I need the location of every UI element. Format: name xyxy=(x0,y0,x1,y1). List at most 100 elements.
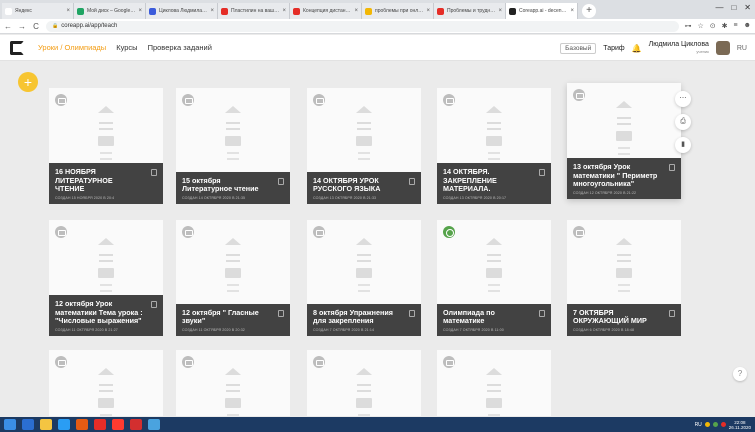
lesson-card[interactable]: 7 ОКТЯБРЯ ОКРУЖАЮЩИЙ МИР СОЗДАН 6 ОКТЯБРЯ… xyxy=(567,220,681,336)
lesson-card[interactable]: 14 ОКТЯБРЯ. ЗАКРЕПЛЕНИЕ МАТЕРИАЛА. СОЗДАН… xyxy=(437,88,551,204)
avatar[interactable] xyxy=(715,41,730,55)
lock-icon: 🔒 xyxy=(52,22,59,29)
tab-close-icon[interactable]: × xyxy=(426,8,430,14)
lesson-card[interactable]: 14 ОКТЯБРЯ УРОК РУССКОГО ЯЗЫКА СОЗДАН 13 … xyxy=(307,88,421,204)
breadcrumb-lessons[interactable]: Уроки xyxy=(38,43,58,52)
browser-tab[interactable]: Coreapp.ai - decentralized× xyxy=(506,3,578,19)
lesson-card[interactable] xyxy=(176,350,290,422)
add-lesson-button[interactable]: + xyxy=(18,72,38,92)
browser-tab[interactable]: Концепция дистанционн× xyxy=(290,3,362,19)
taskbar-app-icon[interactable] xyxy=(22,419,34,430)
card-created-date: СОЗДАН 11 ОКТЯБРЯ 2020 В 20:32 xyxy=(182,328,245,332)
tariff-link[interactable]: Тариф xyxy=(603,45,624,52)
tab-close-icon[interactable]: × xyxy=(138,8,142,14)
taskbar-app-icon[interactable] xyxy=(94,419,106,430)
help-button[interactable]: ? xyxy=(733,367,747,381)
image-placeholder-icon xyxy=(616,101,632,108)
lesson-card[interactable]: 12 октября " Гласные звуки" СОЗДАН 11 ОКТ… xyxy=(176,220,290,336)
maximize-button[interactable]: □ xyxy=(731,3,736,12)
clock[interactable]: 22:08 26.11.2020 xyxy=(729,420,751,430)
tray-app-icon[interactable] xyxy=(720,422,726,427)
image-placeholder-icon xyxy=(486,368,502,375)
new-tab-button[interactable]: + xyxy=(582,4,596,18)
tray-language[interactable]: RU xyxy=(695,422,702,428)
star-icon[interactable]: ☆ xyxy=(698,22,704,30)
browser-tab[interactable]: Мой диск – Google Диск× xyxy=(74,3,146,19)
key-icon[interactable]: ⊶ xyxy=(685,22,692,30)
lesson-card[interactable]: 15 октября Литературное чтение СОЗДАН 14 … xyxy=(176,88,290,204)
list-placeholder-icon xyxy=(618,147,630,155)
browser-tab[interactable]: Пластилин на ваши – Yo× xyxy=(218,3,290,19)
browser-tab[interactable]: Яндекс × xyxy=(2,3,74,19)
lesson-card[interactable]: 13 октября Урок математики " Периметр мн… xyxy=(567,83,681,199)
tab-favicon-icon xyxy=(437,7,444,15)
card-title: 12 октября Урок математики Тема урока : … xyxy=(55,299,143,326)
video-placeholder-icon xyxy=(616,131,632,141)
lesson-card[interactable]: 16 НОЯБРЯ ЛИТЕРАТУРНОЕ ЧТЕНИЕ СОЗДАН 15 Н… xyxy=(49,88,163,204)
card-created-date: СОЗДАН 13 ОКТЯБРЯ 2020 В 20:17 xyxy=(443,196,507,200)
print-icon[interactable]: ⎙ xyxy=(675,114,691,130)
lesson-type-icon xyxy=(313,226,325,238)
close-window-button[interactable]: ✕ xyxy=(744,3,751,12)
taskbar-app-icon[interactable] xyxy=(58,419,70,430)
card-caption: 12 октября " Гласные звуки" СОЗДАН 11 ОКТ… xyxy=(176,303,290,336)
nav-courses[interactable]: Курсы xyxy=(116,43,137,52)
nav-assignment-review[interactable]: Проверка заданий xyxy=(148,43,212,52)
coreapp-logo-icon[interactable] xyxy=(10,40,24,55)
forward-icon[interactable]: → xyxy=(18,22,26,31)
tab-close-icon[interactable]: × xyxy=(570,8,574,14)
lesson-card[interactable]: Олимпиада по математике СОЗДАН 7 ОКТЯБРЯ … xyxy=(437,220,551,336)
lesson-card[interactable] xyxy=(437,350,551,422)
breadcrumb-olympiads[interactable]: Олимпиады xyxy=(65,43,107,52)
lesson-type-icon xyxy=(55,356,67,368)
card-caption: 14 ОКТЯБРЯ. ЗАКРЕПЛЕНИЕ МАТЕРИАЛА. СОЗДАН… xyxy=(437,163,551,204)
lesson-card[interactable] xyxy=(49,350,163,422)
document-icon xyxy=(151,169,157,177)
card-title: 14 ОКТЯБРЯ. ЗАКРЕПЛЕНИЕ МАТЕРИАЛА. xyxy=(443,167,497,194)
extensions-icon[interactable]: ✱ xyxy=(722,22,728,30)
taskbar-app-icon[interactable] xyxy=(148,419,160,430)
text-placeholder-icon xyxy=(99,122,113,130)
back-icon[interactable]: ← xyxy=(4,22,12,31)
browser-tab[interactable]: Проблемы и трудности д× xyxy=(434,3,506,19)
minimize-button[interactable]: — xyxy=(715,3,723,12)
video-placeholder-icon xyxy=(486,268,502,278)
video-placeholder-icon xyxy=(225,398,241,408)
tab-close-icon[interactable]: × xyxy=(66,8,70,14)
lesson-card[interactable] xyxy=(307,350,421,422)
avatar-icon[interactable]: ☻ xyxy=(744,22,751,30)
tab-close-icon[interactable]: × xyxy=(354,8,358,14)
taskbar-app-icon[interactable] xyxy=(112,419,124,430)
lesson-card[interactable]: 8 октября Упражнения для закрепления СОЗД… xyxy=(307,220,421,336)
menu-icon[interactable]: ≡ xyxy=(734,22,738,30)
bell-icon[interactable]: 🔔 xyxy=(632,44,642,53)
image-placeholder-icon xyxy=(356,238,372,245)
profile-icon[interactable]: ⊙ xyxy=(710,22,716,30)
more-options-button[interactable]: ⋯ xyxy=(675,91,691,107)
list-placeholder-icon xyxy=(227,284,239,292)
browser-tab[interactable]: Циклова Людмила Алекс× xyxy=(146,3,218,19)
tray-app-icon[interactable] xyxy=(712,422,718,427)
bookmark-icon[interactable]: ▮ xyxy=(675,137,691,153)
text-placeholder-icon xyxy=(487,122,501,130)
user-info[interactable]: Людмила Циклова ученик xyxy=(649,41,709,55)
taskbar-app-icon[interactable] xyxy=(130,419,142,430)
url-field[interactable]: 🔒 coreapp.ai/app/teach xyxy=(46,20,679,32)
list-placeholder-icon xyxy=(358,152,370,160)
reload-icon[interactable]: C xyxy=(32,22,40,31)
lesson-card[interactable]: 12 октября Урок математики Тема урока : … xyxy=(49,220,163,336)
tab-close-icon[interactable]: × xyxy=(282,8,286,14)
tab-close-icon[interactable]: × xyxy=(210,8,214,14)
card-caption: 13 октября Урок математики " Периметр мн… xyxy=(567,158,681,199)
windows-start-icon[interactable] xyxy=(4,419,16,430)
text-placeholder-icon xyxy=(99,384,113,392)
lesson-type-icon xyxy=(182,356,194,368)
language-switch[interactable]: RU xyxy=(737,45,747,52)
tab-title: Яндекс xyxy=(15,8,32,14)
tray-app-icon[interactable] xyxy=(704,422,710,427)
taskbar-app-icon[interactable] xyxy=(76,419,88,430)
breadcrumb-separator: / xyxy=(60,43,63,52)
browser-tab[interactable]: проблемы при онлайн об× xyxy=(362,3,434,19)
tab-close-icon[interactable]: × xyxy=(498,8,502,14)
taskbar-app-icon[interactable] xyxy=(40,419,52,430)
